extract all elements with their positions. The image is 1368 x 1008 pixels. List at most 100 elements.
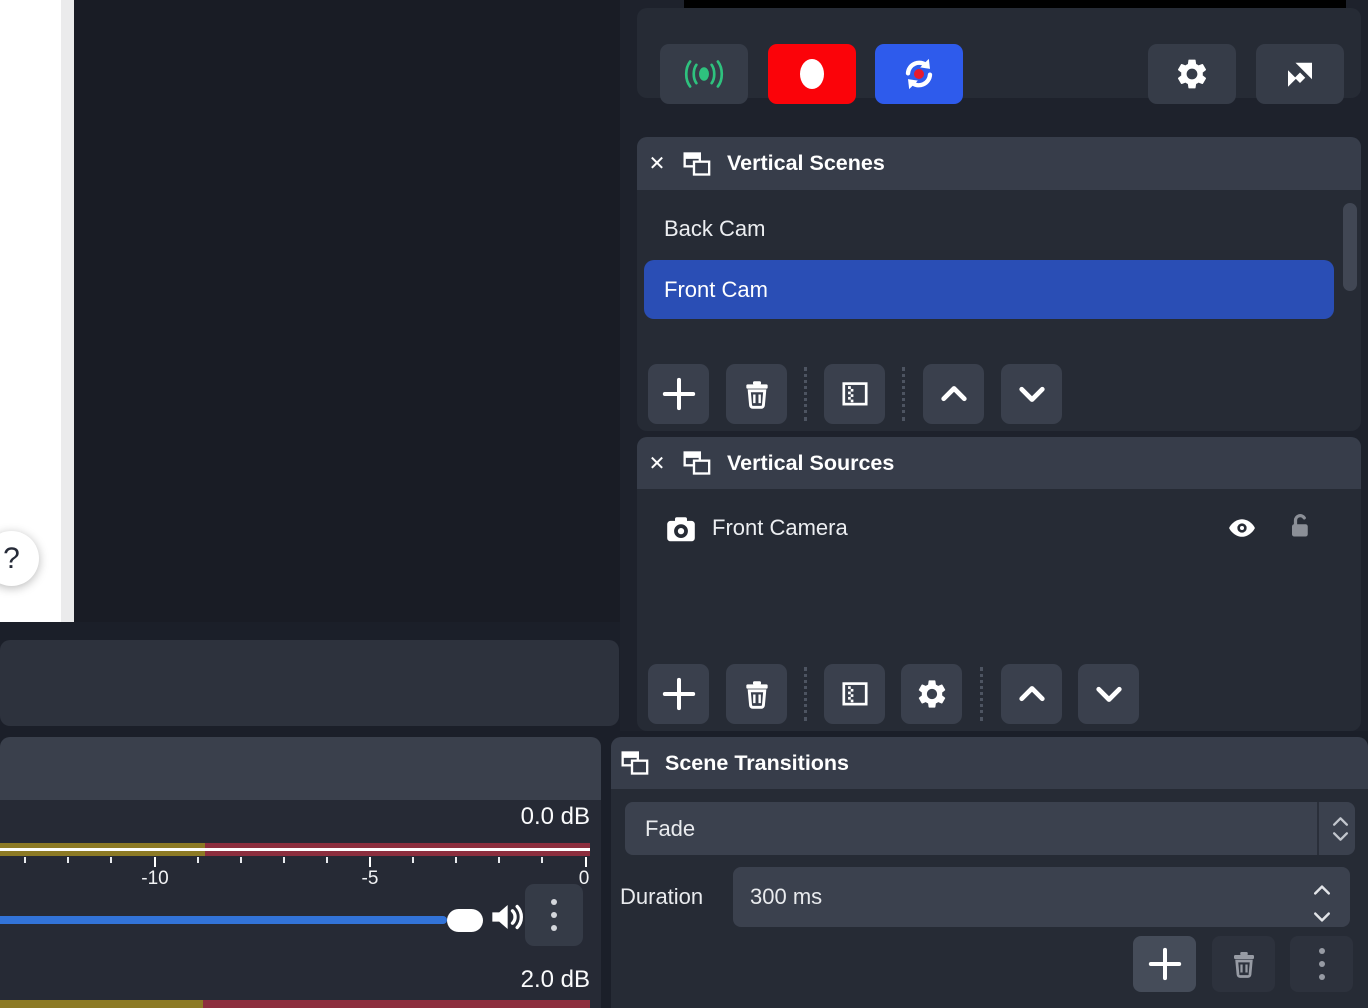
plus-icon [662,377,695,411]
broadcast-icon [684,60,724,88]
empty-dock-panel [0,640,619,726]
remove-scene-button[interactable] [726,364,787,424]
meter-tick [24,857,26,863]
volume-meter-2 [0,1000,590,1008]
chevron-up-icon [940,386,967,402]
scene-item-front-cam[interactable]: Front Cam [644,260,1334,319]
settings-button[interactable] [1148,44,1236,104]
tick-label: -5 [361,868,379,889]
scene-move-up-button[interactable] [923,364,984,424]
scenes-panel-header[interactable]: ✕ Vertical Scenes [637,137,1361,190]
remove-source-button[interactable] [726,664,787,724]
volume-slider-track[interactable] [0,916,447,924]
source-properties-button[interactable] [901,664,962,724]
gear-icon [918,680,945,708]
transition-menu-button[interactable] [1290,936,1353,992]
source-row-front-camera[interactable]: Front Camera [637,499,1361,561]
duration-label: Duration [620,884,704,909]
select-divider [1317,802,1319,855]
meter-tick [240,857,242,863]
duration-spinbox[interactable]: 300 ms [733,867,1350,927]
remove-transition-button[interactable] [1212,936,1275,992]
transitions-panel-header[interactable]: Scene Transitions [611,737,1368,789]
source-move-down-button[interactable] [1078,664,1139,724]
close-icon[interactable]: ✕ [646,151,668,176]
source-move-up-button[interactable] [1001,664,1062,724]
add-source-button[interactable] [648,664,709,724]
scene-move-down-button[interactable] [1001,364,1062,424]
panel-title: Vertical Scenes [727,151,885,175]
dock-icon [683,451,711,475]
audio-mixer-panel: 0.0 dB -10 -5 0 2.0 dB [0,737,601,1008]
plus-icon [662,677,695,711]
vertical-sources-panel: ✕ Vertical Sources Front Camera [637,437,1361,731]
record-button[interactable] [768,44,856,104]
restart-icon [905,58,933,90]
meter-level-line [0,848,590,851]
scene-filters-button[interactable] [824,364,885,424]
toolbar-separator [804,667,807,721]
meter-tick [326,857,328,863]
visibility-eye-icon[interactable] [1225,512,1259,549]
kebab-menu-icon [551,899,557,931]
pop-out-icon [1288,62,1312,87]
filter-icon [841,682,868,706]
chevron-up-icon [1314,885,1330,895]
meter-tick [412,857,414,863]
trash-icon [1233,952,1254,978]
mixer-header [0,737,601,800]
help-button[interactable]: ? [0,531,39,586]
close-icon[interactable]: ✕ [646,451,668,476]
volume-slider[interactable] [0,908,500,938]
volume-meter [0,843,590,856]
dock-icon [683,151,711,176]
meter-tick-major [154,857,156,867]
select-spinner[interactable] [1325,802,1355,855]
toolbar-separator [980,667,983,721]
restart-button[interactable] [875,44,963,104]
go-live-button[interactable] [660,44,748,104]
plus-icon [1148,947,1181,981]
scenes-scrollbar[interactable] [1343,203,1357,291]
volume-db-label: 2.0 dB [520,966,590,993]
record-icon [800,59,824,89]
chevron-down-icon [1314,912,1330,922]
speaker-icon[interactable] [486,895,528,939]
obs-vertical-app: { "help_button": { "label": "?" }, "cont… [0,0,1368,1008]
meter-tick-major [585,857,587,867]
help-question-icon: ? [3,541,20,575]
meter-tick [498,857,500,863]
transition-select[interactable]: Fade [625,802,1355,855]
meter-yellow-zone [0,1000,203,1008]
lock-icon[interactable] [1285,509,1315,548]
dialog-edge [61,0,74,622]
chevron-down-icon [1095,686,1122,702]
scene-transitions-panel: Scene Transitions Fade Duration 300 ms [611,737,1368,1008]
vertical-preview-button[interactable] [1256,44,1344,104]
controls-panel [637,8,1361,104]
meter-red-zone [203,1000,590,1008]
chevron-down-icon [1332,831,1348,841]
chevron-up-icon [1018,686,1045,702]
volume-slider-handle[interactable] [447,909,483,932]
vertical-scenes-panel: ✕ Vertical Scenes Back Cam Front Cam [637,137,1361,431]
spin-down-button[interactable] [1313,903,1331,929]
tick-label: -10 [141,868,169,889]
meter-scale: -10 -5 0 [0,857,601,897]
source-label: Front Camera [712,515,848,540]
scene-item-back-cam[interactable]: Back Cam [664,199,1324,259]
source-filters-button[interactable] [824,664,885,724]
background-dialog-strip: ? [0,0,74,622]
sources-panel-header[interactable]: ✕ Vertical Sources [637,437,1361,489]
scene-item-label: Front Cam [664,276,768,302]
preview-area [74,0,620,622]
volume-db-label: 0.0 dB [520,803,590,830]
spin-up-button[interactable] [1313,876,1331,902]
kebab-menu-icon [1318,948,1325,980]
chevron-down-icon [1018,386,1045,402]
add-transition-button[interactable] [1133,936,1196,992]
mixer-track-menu-button[interactable] [525,884,583,946]
meter-tick [67,857,69,863]
gear-icon [1177,59,1207,89]
add-scene-button[interactable] [648,364,709,424]
